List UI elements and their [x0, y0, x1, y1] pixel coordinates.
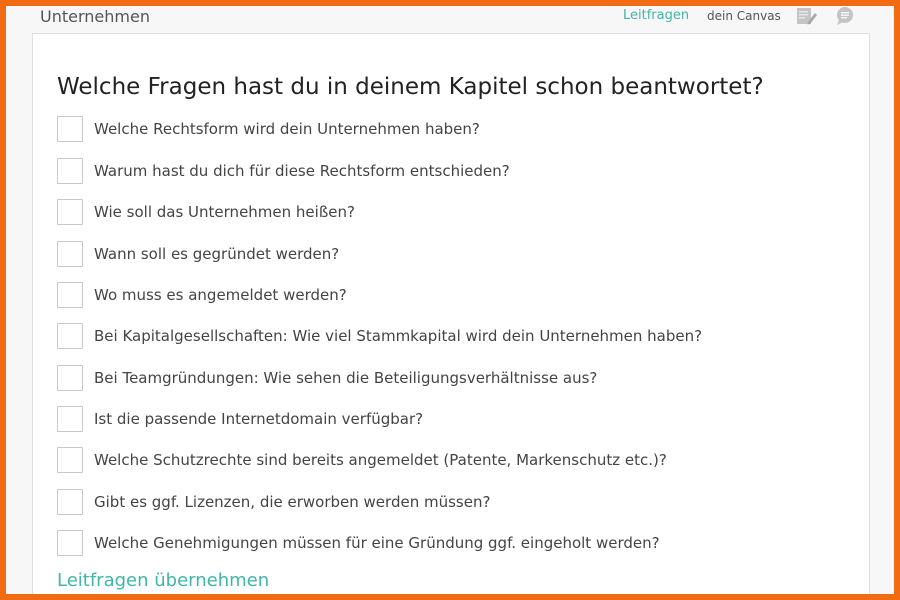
- question-label: Gibt es ggf. Lizenzen, die erworben werd…: [94, 493, 491, 511]
- question-label: Wann soll es gegründet werden?: [94, 245, 340, 263]
- question-checkbox[interactable]: [57, 530, 83, 556]
- question-label: Bei Teamgründungen: Wie sehen die Beteil…: [94, 369, 598, 387]
- question-item[interactable]: Bei Kapitalgesellschaften: Wie viel Stam…: [57, 323, 857, 353]
- question-checkbox[interactable]: [57, 241, 83, 267]
- top-bar: Unternehmen Leitfragen dein Canvas: [6, 6, 894, 34]
- question-heading: Welche Fragen hast du in deinem Kapitel …: [57, 74, 764, 100]
- question-checkbox[interactable]: [57, 199, 83, 225]
- take-over-leitfragen-link[interactable]: Leitfragen übernehmen: [57, 570, 269, 591]
- question-item[interactable]: Welche Genehmigungen müssen für eine Grü…: [57, 530, 857, 560]
- question-item[interactable]: Gibt es ggf. Lizenzen, die erworben werd…: [57, 489, 857, 519]
- question-checkbox[interactable]: [57, 158, 83, 184]
- question-label: Welche Rechtsform wird dein Unternehmen …: [94, 120, 480, 138]
- question-label: Wie soll das Unternehmen heißen?: [94, 203, 355, 221]
- question-checkbox[interactable]: [57, 282, 83, 308]
- question-checkbox[interactable]: [57, 406, 83, 432]
- app-frame: Unternehmen Leitfragen dein Canvas Welch…: [6, 6, 894, 594]
- question-label: Welche Schutzrechte sind bereits angemel…: [94, 451, 667, 469]
- question-item[interactable]: Ist die passende Internetdomain verfügba…: [57, 406, 857, 436]
- question-item[interactable]: Warum hast du dich für diese Rechtsform …: [57, 158, 857, 188]
- question-label: Wo muss es angemeldet werden?: [94, 286, 347, 304]
- question-item[interactable]: Bei Teamgründungen: Wie sehen die Beteil…: [57, 365, 857, 395]
- section-title: Unternehmen: [40, 7, 150, 26]
- question-item[interactable]: Wann soll es gegründet werden?: [57, 241, 857, 271]
- question-checkbox[interactable]: [57, 116, 83, 142]
- comment-icon[interactable]: [835, 6, 855, 26]
- question-item[interactable]: Welche Rechtsform wird dein Unternehmen …: [57, 116, 857, 146]
- question-label: Warum hast du dich für diese Rechtsform …: [94, 162, 510, 180]
- nav-leitfragen-link[interactable]: Leitfragen: [623, 8, 689, 23]
- question-label: Ist die passende Internetdomain verfügba…: [94, 410, 424, 428]
- nav-canvas-link[interactable]: dein Canvas: [707, 9, 781, 23]
- question-label: Bei Kapitalgesellschaften: Wie viel Stam…: [94, 327, 703, 345]
- leitfragen-card: Welche Fragen hast du in deinem Kapitel …: [32, 33, 870, 594]
- question-checkbox[interactable]: [57, 489, 83, 515]
- question-item[interactable]: Wo muss es angemeldet werden?: [57, 282, 857, 312]
- edit-note-icon[interactable]: [796, 6, 818, 26]
- question-checkbox[interactable]: [57, 365, 83, 391]
- question-item[interactable]: Wie soll das Unternehmen heißen?: [57, 199, 857, 229]
- question-checkbox[interactable]: [57, 447, 83, 473]
- question-checkbox[interactable]: [57, 323, 83, 349]
- question-item[interactable]: Welche Schutzrechte sind bereits angemel…: [57, 447, 857, 477]
- question-label: Welche Genehmigungen müssen für eine Grü…: [94, 534, 660, 552]
